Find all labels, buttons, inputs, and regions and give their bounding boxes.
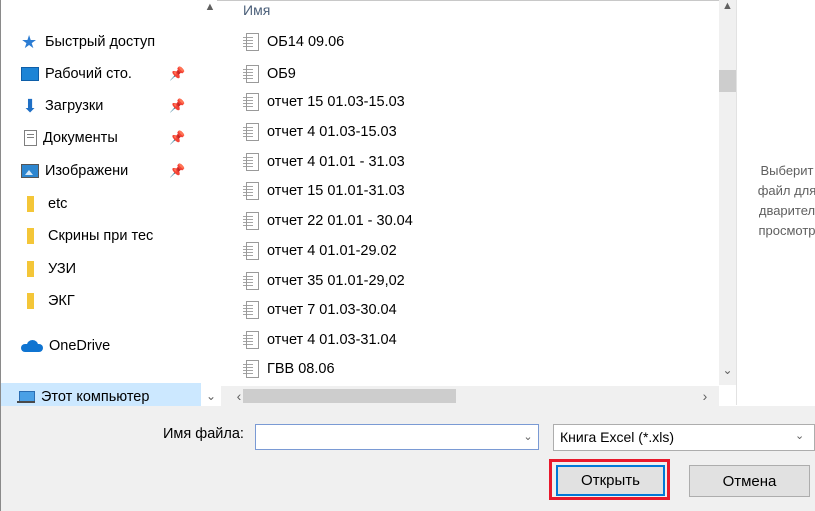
file-name: ОБ9 (267, 66, 296, 82)
star-icon: ★ (21, 32, 38, 52)
nav-item-documents[interactable]: Документы (21, 124, 118, 152)
nav-item-folder-etc[interactable]: etc (21, 190, 67, 218)
cloud-icon (21, 340, 43, 352)
folder-icon (27, 261, 34, 277)
folder-icon (27, 196, 34, 212)
excel-file-icon (243, 122, 259, 142)
computer-icon (17, 391, 35, 403)
excel-file-icon (243, 152, 259, 172)
chevron-down-icon[interactable]: ⌄ (795, 429, 809, 442)
excel-file-icon (243, 32, 259, 52)
nav-scroll-up-arrow[interactable]: ▲ (202, 0, 218, 14)
file-name: отчет 4 01.03-15.03 (267, 124, 397, 140)
pictures-icon (21, 164, 39, 178)
excel-file-icon (243, 241, 259, 261)
nav-item-label: Изображени (45, 163, 129, 179)
file-name: ОБ14 09.06 (267, 34, 345, 50)
nav-item-label: etc (48, 196, 68, 212)
preview-line: дварител (758, 203, 815, 218)
scroll-right-arrow-icon[interactable]: › (697, 386, 713, 406)
preview-line: файл для (757, 183, 815, 198)
filename-input[interactable] (255, 424, 539, 450)
excel-file-icon (243, 64, 259, 84)
file-item[interactable]: отчет 22 01.01 - 30.04 (243, 208, 413, 234)
nav-item-quick-access[interactable]: ★ Быстрый доступ (21, 28, 155, 56)
pin-icon[interactable]: 📌 (169, 124, 185, 152)
file-list-scroll-thumb[interactable] (719, 70, 736, 92)
file-name: отчет 15 01.03-15.03 (267, 94, 405, 110)
excel-file-icon (243, 271, 259, 291)
excel-file-icon (243, 330, 259, 350)
file-name: отчет 4 01.03-31.04 (267, 332, 397, 348)
file-list-vertical-scrollbar[interactable] (719, 0, 736, 385)
navigation-pane: ▲ ★ Быстрый доступ Рабочий сто. 📌 ⬇ Загр… (1, 0, 218, 410)
file-item[interactable]: отчет 4 01.01 - 31.03 (243, 149, 405, 175)
pin-icon[interactable]: 📌 (169, 92, 185, 120)
file-name: отчет 4 01.01-29.02 (267, 243, 397, 259)
open-button[interactable]: Открыть (556, 465, 665, 496)
file-item[interactable]: отчет 35 01.01-29,02 (243, 268, 405, 294)
nav-item-label: OneDrive (49, 338, 111, 354)
nav-item-label: ЭКГ (48, 293, 75, 309)
pin-icon[interactable]: 📌 (169, 60, 185, 88)
nav-item-label: Загрузки (45, 98, 104, 114)
nav-item-desktop[interactable]: Рабочий сто. (21, 60, 132, 88)
file-item[interactable]: отчет 15 01.03-15.03 (243, 89, 405, 115)
nav-item-label: Рабочий сто. (45, 66, 132, 82)
nav-item-pictures[interactable]: Изображени (21, 157, 128, 185)
nav-item-folder-uzi[interactable]: УЗИ (21, 255, 76, 283)
file-open-dialog: ▲ ★ Быстрый доступ Рабочий сто. 📌 ⬇ Загр… (0, 0, 815, 511)
documents-icon (24, 130, 37, 146)
file-item[interactable]: ОБ9 (243, 61, 296, 87)
nav-item-label: Документы (43, 130, 118, 146)
nav-scroll-down-arrow[interactable]: ⌄ (204, 388, 218, 404)
nav-item-folder-screenshots[interactable]: Скрины при тес (21, 222, 153, 250)
excel-file-icon (243, 181, 259, 201)
file-name: отчет 15 01.01-31.03 (267, 183, 405, 199)
file-item[interactable]: отчет 7 01.03-30.04 (243, 297, 397, 323)
file-name: отчет 7 01.03-30.04 (267, 302, 397, 318)
folder-icon (27, 293, 34, 309)
excel-file-icon (243, 300, 259, 320)
nav-item-folder-ekg[interactable]: ЭКГ (21, 287, 75, 315)
folder-icon (27, 228, 34, 244)
excel-file-icon (243, 359, 259, 379)
file-item[interactable]: отчет 4 01.03-15.03 (243, 119, 397, 145)
file-item[interactable]: ОБ14 09.06 (243, 29, 344, 55)
file-item[interactable]: ГВВ 08.06 (243, 356, 335, 382)
file-name: отчет 4 01.01 - 31.03 (267, 154, 405, 170)
file-name: отчет 22 01.01 - 30.04 (267, 213, 413, 229)
name-column-header[interactable]: Имя (243, 2, 270, 18)
excel-file-icon (243, 211, 259, 231)
file-name: отчет 35 01.01-29,02 (267, 273, 405, 289)
preview-line: Выберит (760, 163, 814, 178)
file-type-value: Книга Excel (*.xls) (560, 429, 675, 445)
file-item[interactable]: отчет 4 01.03-31.04 (243, 327, 397, 353)
download-icon: ⬇ (22, 96, 38, 116)
nav-item-downloads[interactable]: ⬇ Загрузки (21, 92, 103, 120)
file-item[interactable]: отчет 15 01.01-31.03 (243, 178, 405, 204)
horizontal-scroll-thumb[interactable] (243, 389, 456, 403)
file-item[interactable]: отчет 4 01.01-29.02 (243, 238, 397, 264)
preview-line: просмотр (758, 223, 815, 238)
chevron-down-icon[interactable]: ⌄ (520, 426, 536, 448)
nav-scrollbar-track[interactable] (204, 14, 218, 386)
scroll-down-arrow-icon[interactable]: ⌄ (719, 361, 736, 379)
pin-icon[interactable]: 📌 (169, 157, 185, 185)
nav-item-onedrive[interactable]: OneDrive (21, 332, 110, 360)
file-name: ГВВ 08.06 (267, 361, 335, 377)
nav-item-label: Скрины при тес (48, 228, 154, 244)
nav-item-label: Быстрый доступ (45, 34, 156, 50)
excel-file-icon (243, 92, 259, 112)
scroll-up-arrow-icon[interactable]: ▲ (719, 0, 736, 12)
nav-item-label: УЗИ (48, 261, 77, 277)
cancel-button[interactable]: Отмена (689, 465, 810, 497)
filename-label: Имя файла: (163, 426, 244, 442)
preview-message: Выберит файл для дварител просмотр (737, 161, 815, 241)
desktop-icon (21, 67, 39, 81)
preview-pane: Выберит файл для дварител просмотр (737, 0, 815, 405)
